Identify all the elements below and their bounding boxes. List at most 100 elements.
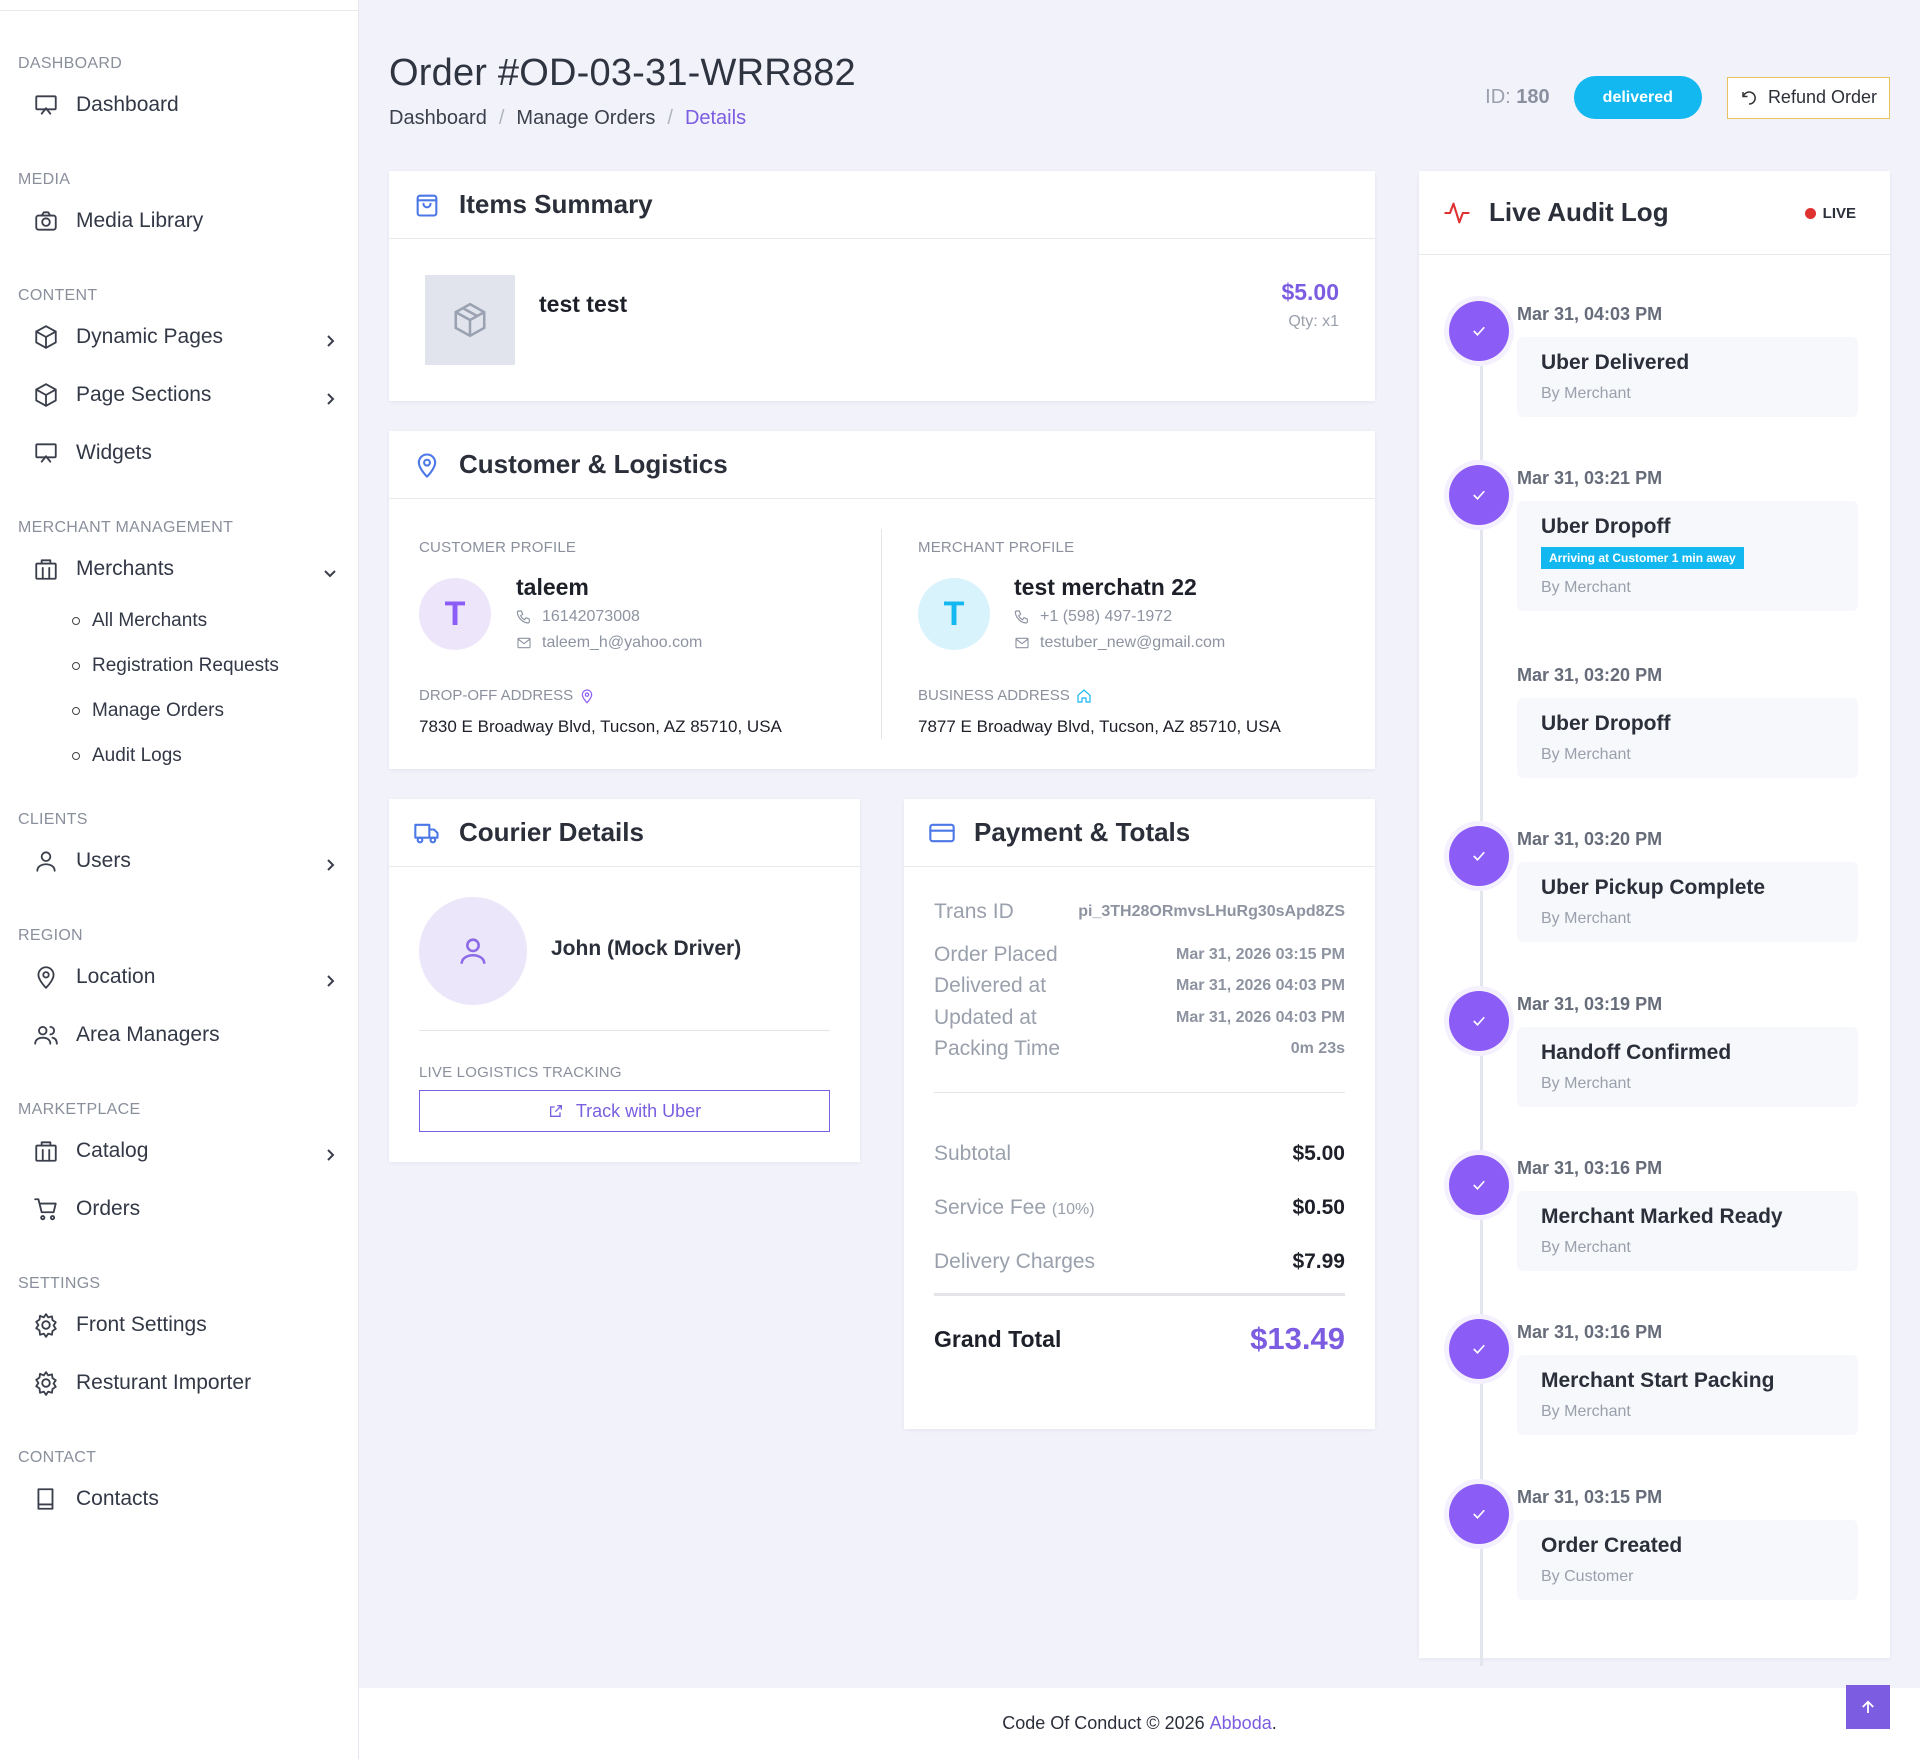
cube-icon: [32, 381, 60, 409]
item-qty: Qty: x1: [1288, 313, 1339, 330]
section-title-merchant-management: MERCHANT MANAGEMENT: [18, 519, 234, 536]
package-icon: [454, 302, 486, 338]
subtotal-value: $5.00: [1292, 1142, 1345, 1165]
sidebar-item-users[interactable]: Users: [0, 832, 359, 890]
sidebar-subitem-manage-orders[interactable]: Manage Orders: [0, 688, 359, 733]
event-time: Mar 31, 03:15 PM: [1517, 1487, 1663, 1507]
chevron-right-icon: [323, 388, 337, 405]
chevron-right-icon: [323, 1144, 337, 1161]
payment-row-delivered-at: Delivered at Mar 31, 2026 04:03 PM: [934, 974, 1345, 997]
check-icon: [1449, 1484, 1509, 1544]
section-title-marketplace: MARKETPLACE: [18, 1101, 141, 1118]
activity-icon: [1444, 202, 1470, 223]
cart-icon: [32, 1195, 60, 1223]
sidebar-item-orders[interactable]: Orders: [0, 1180, 359, 1238]
dropoff-address-caption: DROP-OFF ADDRESS: [419, 687, 595, 704]
sidebar-item-label: Area Managers: [76, 1023, 220, 1046]
items-summary-card: Items Summary test test $5.00 Qty: x1: [389, 171, 1375, 401]
sidebar-item-label: Media Library: [76, 209, 204, 232]
event-card: Merchant Start Packing By Merchant: [1517, 1355, 1858, 1435]
delivery-charges-row: Delivery Charges $7.99: [934, 1250, 1345, 1273]
event-card: Uber Delivered By Merchant: [1517, 337, 1858, 417]
sidebar-item-merchants[interactable]: Merchants: [0, 540, 359, 598]
arrow-up-icon: [1862, 1700, 1874, 1713]
scroll-to-top-button[interactable]: [1846, 1685, 1890, 1729]
delivery-charges-value: $7.99: [1292, 1250, 1345, 1273]
sidebar-item-label: Location: [76, 965, 156, 988]
breadcrumb-dashboard[interactable]: Dashboard: [389, 107, 487, 129]
section-title-content: CONTENT: [18, 287, 98, 304]
event-actor: By Customer: [1541, 1568, 1634, 1585]
footer-text: Code Of Conduct © 2026: [1002, 1713, 1205, 1733]
page-header: Order #OD-03-31-WRR882 Dashboard / Manage …: [389, 52, 856, 130]
sidebar-item-label: Page Sections: [76, 383, 212, 406]
merchant-name: test merchatn 22: [1014, 574, 1197, 600]
event-status-tag: Arriving at Customer 1 min away: [1541, 547, 1744, 569]
check-icon: [1449, 465, 1509, 525]
refund-order-button[interactable]: Refund Order: [1726, 76, 1890, 119]
chevron-right-icon: [323, 330, 337, 347]
customer-email: taleem_h@yahoo.com: [516, 634, 702, 652]
bullet-icon: [72, 706, 80, 715]
sidebar-item-widgets[interactable]: Widgets: [0, 424, 359, 482]
sidebar-item-label: Front Settings: [76, 1313, 207, 1336]
event-actor: By Merchant: [1541, 1075, 1631, 1092]
check-icon: [1449, 1319, 1509, 1379]
sidebar-item-area-managers[interactable]: Area Managers: [0, 1006, 359, 1064]
customer-logistics-title: Customer & Logistics: [459, 449, 728, 479]
sidebar-subitem-registration-requests[interactable]: Registration Requests: [0, 643, 359, 688]
sidebar-item-media-library[interactable]: Media Library: [0, 192, 359, 250]
sidebar-item-front-settings[interactable]: Front Settings: [0, 1296, 359, 1354]
profile-divider: [881, 529, 882, 739]
event-time: Mar 31, 03:16 PM: [1517, 1158, 1663, 1178]
subtotal-row: Subtotal $5.00: [934, 1142, 1345, 1165]
shopping-bag-icon: [416, 194, 438, 217]
track-with-uber-button[interactable]: Track with Uber: [419, 1090, 830, 1132]
sidebar-item-dynamic-pages[interactable]: Dynamic Pages: [0, 308, 359, 366]
breadcrumb-manage-orders[interactable]: Manage Orders: [516, 107, 655, 129]
sidebar-item-location[interactable]: Location: [0, 948, 359, 1006]
driver-avatar: [419, 897, 527, 1005]
bullet-icon: [72, 751, 80, 760]
courier-divider: [419, 1030, 830, 1031]
customer-phone: 16142073008: [516, 608, 640, 626]
section-title-region: REGION: [18, 927, 83, 944]
truck-icon: [414, 823, 439, 843]
sidebar-item-catalog[interactable]: Catalog: [0, 1122, 359, 1180]
service-fee-value: $0.50: [1292, 1196, 1345, 1219]
sidebar-item-label: Registration Requests: [92, 654, 279, 676]
courier-details-card: Courier Details John (Mock Driver) LIVE …: [389, 799, 860, 1162]
footer-period: .: [1271, 1713, 1277, 1733]
courier-details-title: Courier Details: [459, 817, 644, 847]
refund-order-label: Refund Order: [1767, 87, 1877, 107]
items-summary-header: Items Summary: [389, 171, 1375, 239]
bullet-icon: [72, 661, 80, 670]
customer-avatar: T: [419, 578, 491, 650]
grand-total-row: Grand Total $13.49: [934, 1321, 1345, 1356]
page-title: Order #OD-03-31-WRR882: [389, 52, 856, 94]
audit-log-card: Live Audit Log LIVE Mar 31, 04:03 PM Ube…: [1419, 171, 1890, 1666]
event-time: Mar 31, 03:16 PM: [1517, 1322, 1663, 1342]
customer-logistics-header: Customer & Logistics: [389, 431, 1375, 499]
sidebar-item-label: Manage Orders: [92, 699, 225, 721]
event-title: Order Created: [1541, 1534, 1683, 1557]
payment-row-order-placed: Order Placed Mar 31, 2026 03:15 PM: [934, 943, 1345, 966]
event-title: Uber Dropoff: [1541, 515, 1671, 538]
sidebar-item-label: Orders: [76, 1197, 141, 1220]
sidebar-item-dashboard[interactable]: Dashboard: [0, 76, 359, 134]
sidebar-subitem-audit-logs[interactable]: Audit Logs: [0, 733, 359, 778]
footer-brand-link[interactable]: Abboda: [1210, 1713, 1272, 1734]
sidebar-subitem-all-merchants[interactable]: All Merchants: [0, 598, 359, 643]
customer-profile-caption: CUSTOMER PROFILE: [419, 539, 577, 556]
sidebar-item-page-sections[interactable]: Page Sections: [0, 366, 359, 424]
sidebar-item-resturant-importer[interactable]: Resturant Importer: [0, 1354, 359, 1412]
sidebar-item-label: Users: [76, 849, 131, 872]
user-icon: [32, 847, 60, 875]
audit-log-title: Live Audit Log: [1489, 197, 1669, 227]
footer: Code Of Conduct © 2026 Abboda.: [359, 1688, 1920, 1759]
sidebar-item-contacts[interactable]: Contacts: [0, 1470, 359, 1528]
event-card: Uber Dropoff By Merchant: [1517, 698, 1858, 778]
user-icon: [460, 938, 486, 964]
event-title: Uber Pickup Complete: [1541, 876, 1766, 899]
event-title: Merchant Start Packing: [1541, 1369, 1775, 1392]
